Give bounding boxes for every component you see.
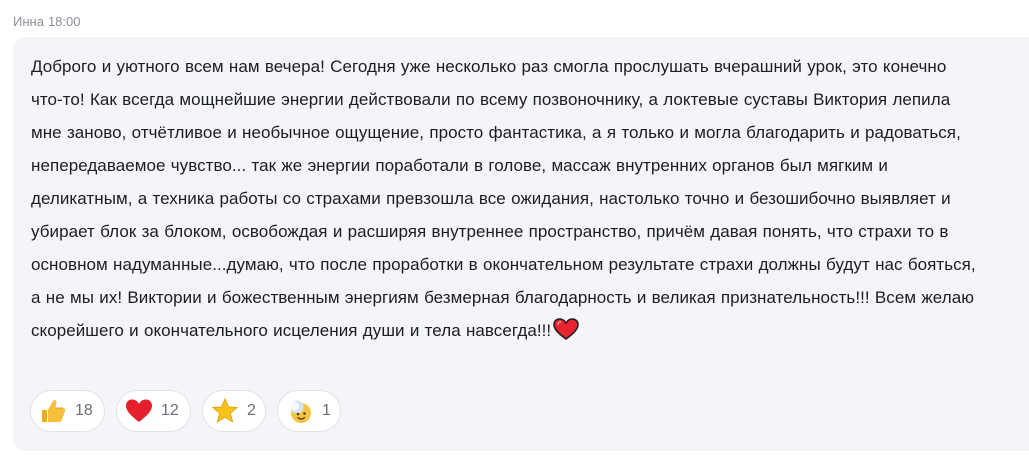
message-time: 18:00	[47, 14, 81, 29]
heart-emoji-icon	[553, 318, 579, 340]
chat-message-view: Инна 18:00 Доброго и уютного всем нам веч…	[0, 0, 1029, 460]
message-line: скорейшего и окончательного исцеления ду…	[31, 321, 552, 340]
reaction-count: 12	[161, 402, 179, 419]
reaction-thumbs-up[interactable]: 18	[30, 390, 105, 432]
message-line: деликатным, а техника работы со страхами…	[31, 189, 951, 208]
heart-icon	[125, 396, 153, 426]
message-line: мне заново, отчётливое и необычное ощуще…	[31, 123, 961, 142]
reaction-star[interactable]: 2	[202, 390, 266, 432]
reaction-count: 1	[322, 402, 331, 419]
message-line: что-то! Как всегда мощнейшие энергии дей…	[31, 90, 951, 109]
message-line: а не мы их! Виктории и божественным энер…	[31, 288, 975, 307]
reaction-count: 18	[75, 402, 93, 419]
star-icon	[211, 396, 239, 426]
message-line-last: скорейшего и окончательного исцеления ду…	[31, 314, 1016, 347]
reaction-count: 2	[247, 402, 256, 419]
thumbs-up-icon	[39, 396, 67, 426]
message-text: Доброго и уютного всем нам вечера! Сегод…	[31, 50, 1016, 347]
sun-face-icon	[286, 396, 314, 426]
message-line: Доброго и уютного всем нам вечера! Сегод…	[31, 57, 947, 76]
author-name[interactable]: Инна	[13, 14, 44, 29]
message-line: убирает блок за блоком, освобождая и рас…	[31, 222, 949, 241]
message-bubble: Доброго и уютного всем нам вечера! Сегод…	[13, 37, 1029, 451]
reaction-sun-face[interactable]: 1	[277, 390, 341, 432]
reactions-bar: 18 12 2 1	[30, 390, 341, 434]
reaction-heart[interactable]: 12	[116, 390, 191, 432]
message-line: основном надуманные...думаю, что после п…	[31, 255, 976, 274]
message-line: непередаваемое чувство... так же энергии…	[31, 156, 888, 175]
message-header: Инна 18:00	[13, 14, 80, 30]
